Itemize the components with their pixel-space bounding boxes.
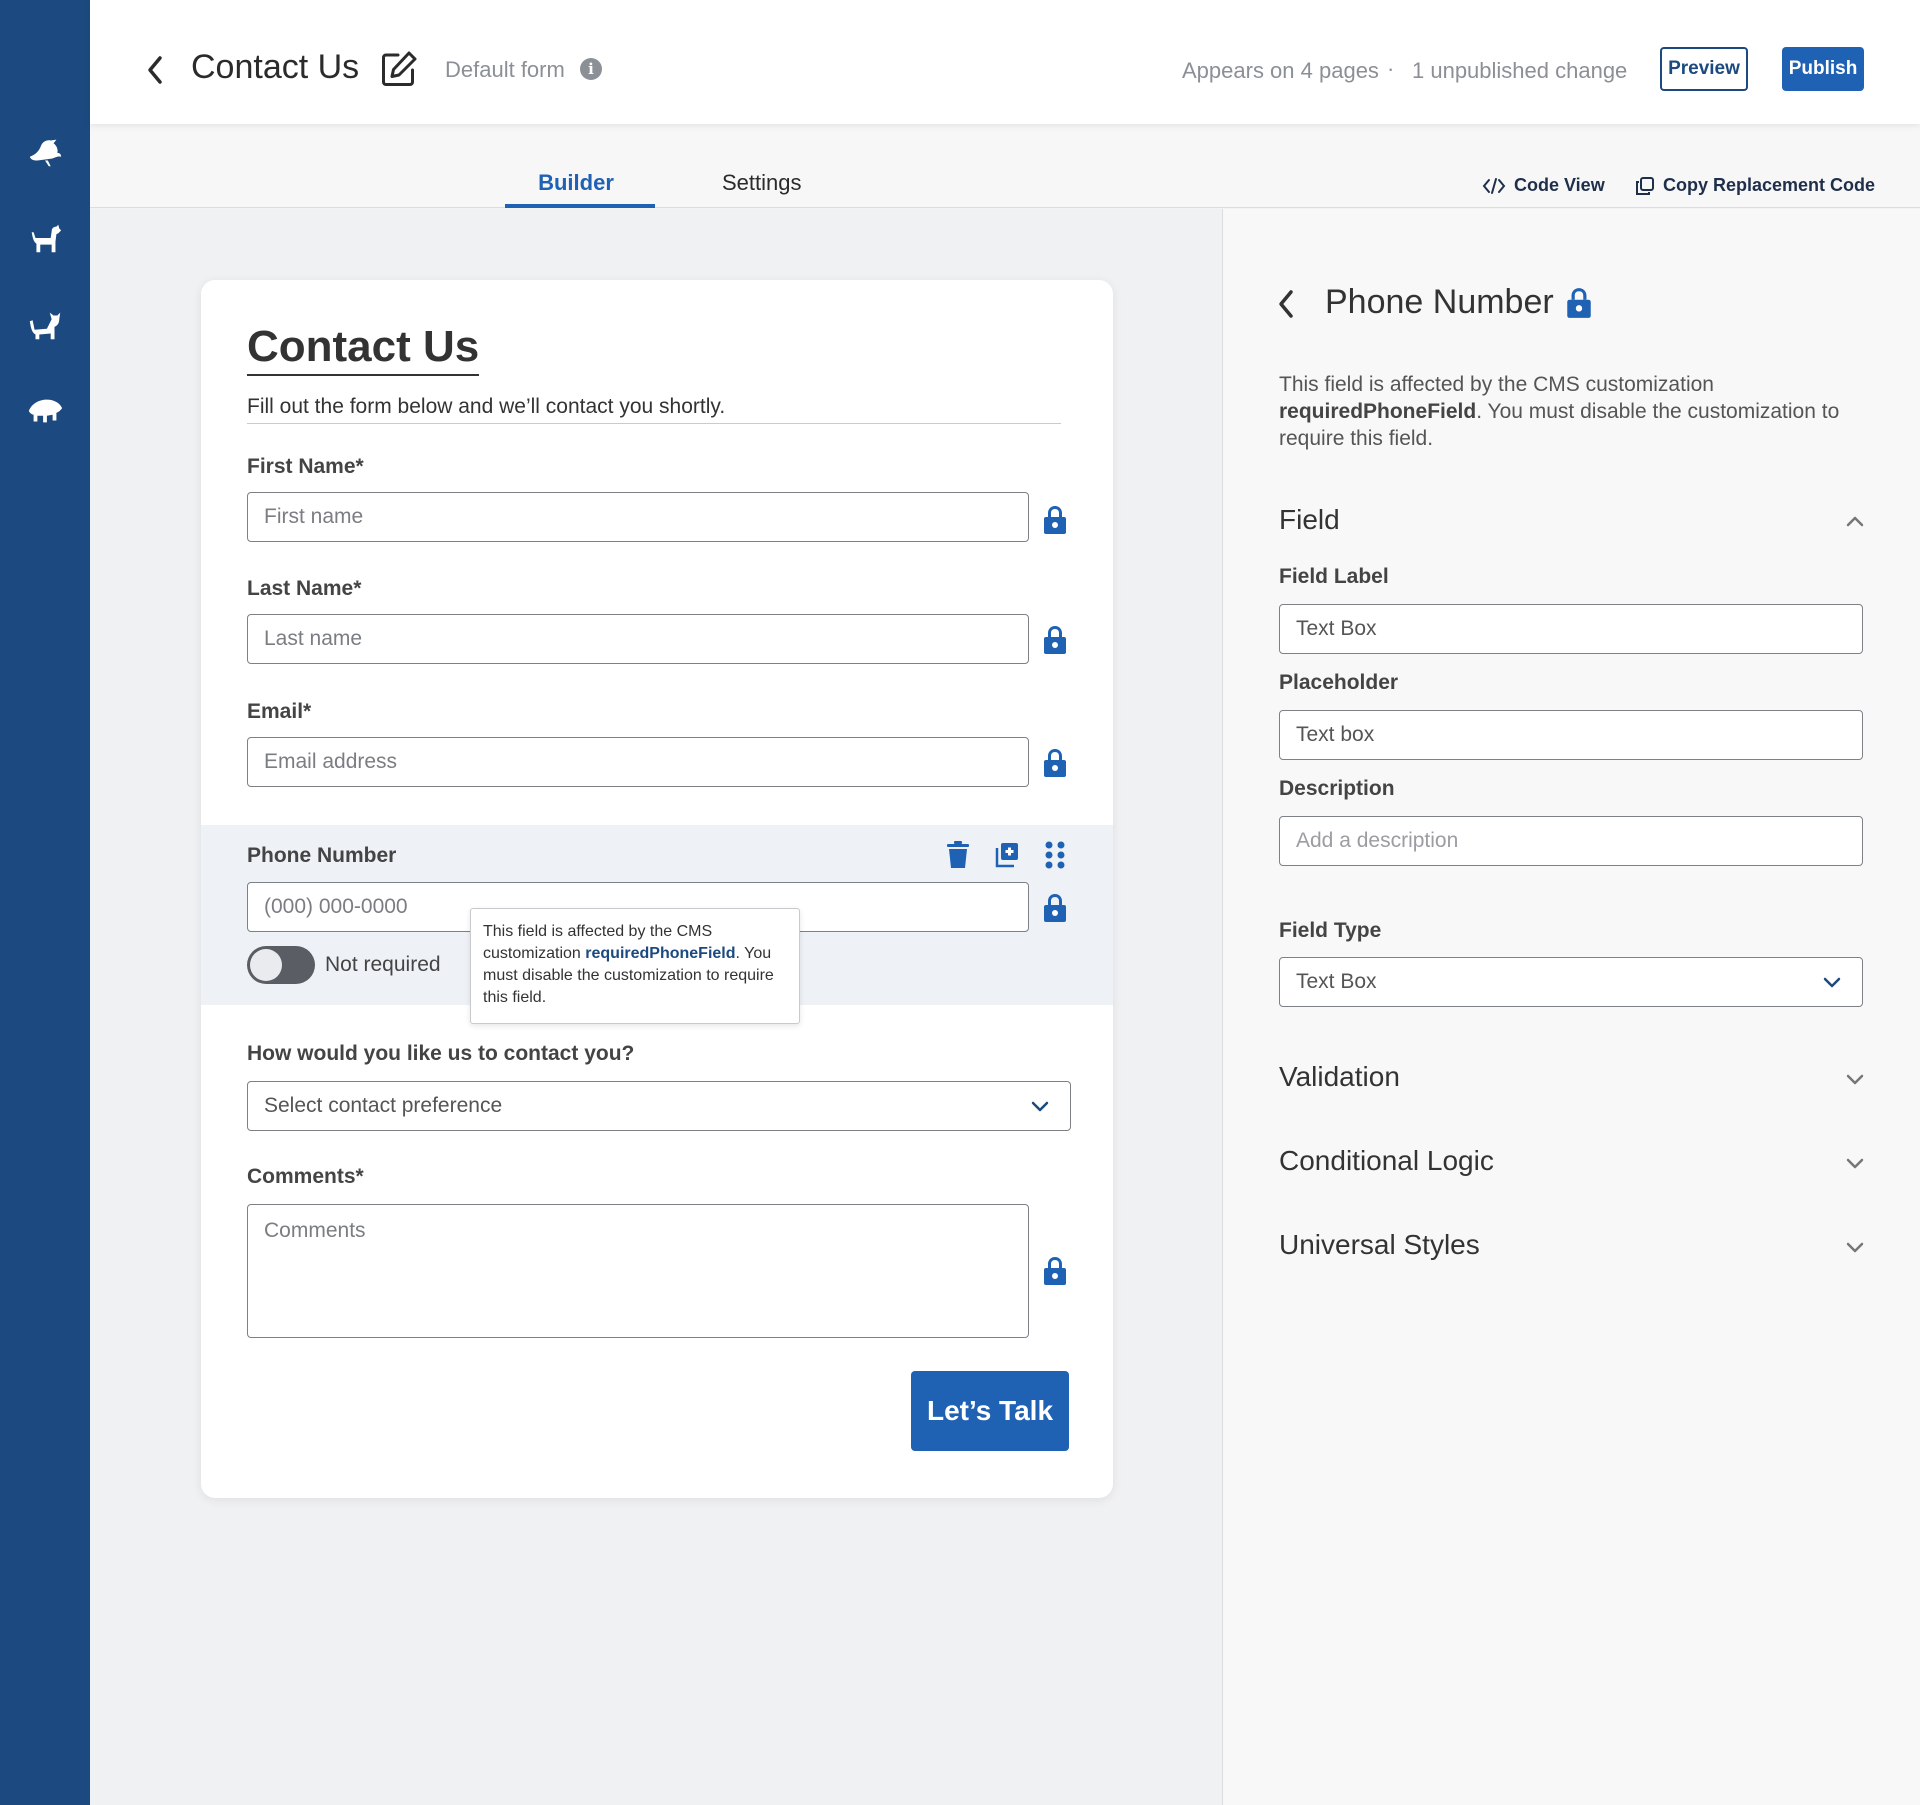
lock-icon (1042, 1256, 1068, 1286)
edit-icon (382, 51, 417, 86)
chevron-down-icon[interactable] (1843, 1067, 1867, 1091)
email-label: Email* (247, 700, 312, 723)
top-header: Contact Us Default form i Appears on 4 p… (90, 0, 1920, 124)
toggle-knob (250, 949, 282, 981)
publish-button[interactable]: Publish (1782, 47, 1864, 91)
dog-icon[interactable] (24, 217, 66, 259)
lock-icon (1042, 893, 1068, 923)
fish-icon[interactable] (24, 390, 66, 432)
header-separator: · (1387, 56, 1395, 81)
validation-section-header[interactable]: Validation (1279, 1061, 1400, 1093)
active-tab-indicator (505, 204, 655, 208)
code-view-label: Code View (1514, 175, 1605, 195)
last-name-input[interactable]: Last name (247, 614, 1029, 664)
chevron-up-icon[interactable] (1843, 509, 1867, 533)
contact-pref-select[interactable]: Select contact preference (247, 1081, 1071, 1131)
copy-code-label: Copy Replacement Code (1663, 175, 1876, 195)
field-type-select[interactable]: Text Box (1279, 957, 1863, 1007)
copy-icon (1636, 176, 1654, 195)
left-rail (0, 0, 90, 1805)
comments-textarea[interactable]: Comments (247, 1204, 1029, 1338)
duplicate-icon[interactable] (994, 840, 1020, 870)
email-input[interactable]: Email address (247, 737, 1029, 787)
page-title: Contact Us (191, 48, 360, 86)
back-button[interactable] (140, 50, 170, 90)
drag-handle-icon[interactable] (1042, 840, 1068, 870)
lock-icon (1565, 287, 1593, 319)
placeholder-label: Placeholder (1279, 671, 1399, 694)
appears-on-pages: Appears on 4 pages (1182, 58, 1379, 83)
chevron-down-icon[interactable] (1843, 1235, 1867, 1259)
code-view-button[interactable]: Code View (1482, 175, 1605, 196)
contact-pref-value: Select contact preference (264, 1094, 503, 1117)
conditional-logic-section-header[interactable]: Conditional Logic (1279, 1145, 1494, 1177)
form-subtitle[interactable]: Fill out the form below and we’ll contac… (247, 395, 1061, 424)
tab-builder[interactable]: Builder (502, 170, 650, 196)
lock-icon (1042, 625, 1068, 655)
field-label-label: Field Label (1279, 565, 1389, 588)
lock-icon (1042, 505, 1068, 535)
first-name-input[interactable]: First name (247, 492, 1029, 542)
chevron-left-icon (148, 56, 162, 84)
comments-label: Comments* (247, 1165, 364, 1188)
required-toggle-label: Not required (325, 953, 441, 976)
field-type-value: Text Box (1296, 970, 1377, 993)
chevron-down-icon[interactable] (1843, 1151, 1867, 1175)
phone-label: Phone Number (247, 844, 397, 867)
code-icon (1482, 177, 1506, 194)
tooltip-highlight: requiredPhoneField (585, 945, 736, 962)
chevron-down-icon (1031, 1101, 1049, 1112)
chevron-down-icon (1823, 977, 1841, 988)
submit-button[interactable]: Let’s Talk (911, 1371, 1069, 1451)
contact-pref-label: How would you like us to contact you? (247, 1042, 635, 1065)
cat-icon[interactable] (24, 304, 66, 346)
description-label: Description (1279, 777, 1395, 800)
form-type-label: Default form (445, 57, 565, 82)
chevron-left-icon (1279, 290, 1293, 318)
description-input[interactable]: Add a description (1279, 816, 1863, 866)
form-title[interactable]: Contact Us (247, 322, 480, 376)
tab-bar: Builder Settings Code View Copy Replacem… (90, 124, 1920, 208)
universal-styles-section-header[interactable]: Universal Styles (1279, 1229, 1480, 1261)
field-section-header[interactable]: Field (1279, 504, 1340, 536)
form-card: Contact Us Fill out the form below and w… (201, 280, 1113, 1498)
lock-tooltip: This field is affected by the CMS custom… (470, 908, 800, 1024)
properties-panel: Phone Number This field is affected by t… (1222, 209, 1920, 1805)
info-icon[interactable]: i (580, 58, 602, 80)
bird-icon[interactable] (24, 130, 66, 172)
panel-title: Phone Number (1325, 283, 1554, 321)
preview-button[interactable]: Preview (1660, 47, 1748, 91)
required-toggle[interactable] (247, 946, 315, 984)
copy-replacement-code-button[interactable]: Copy Replacement Code (1635, 175, 1875, 196)
tab-settings[interactable]: Settings (722, 170, 802, 196)
field-label-input[interactable]: Text Box (1279, 604, 1863, 654)
lock-icon (1042, 748, 1068, 778)
placeholder-input[interactable]: Text box (1279, 710, 1863, 760)
note-text-1: This field is affected by the CMS custom… (1279, 373, 1714, 396)
note-bold: requiredPhoneField (1279, 400, 1477, 423)
trash-icon[interactable] (945, 840, 971, 870)
unpublished-changes: 1 unpublished change (1412, 58, 1628, 83)
customization-note: This field is affected by the CMS custom… (1279, 371, 1869, 452)
field-type-label: Field Type (1279, 919, 1382, 942)
panel-back-button[interactable] (1275, 289, 1303, 329)
last-name-label: Last Name* (247, 577, 362, 600)
first-name-label: First Name* (247, 455, 364, 478)
edit-title-button[interactable] (380, 50, 420, 90)
